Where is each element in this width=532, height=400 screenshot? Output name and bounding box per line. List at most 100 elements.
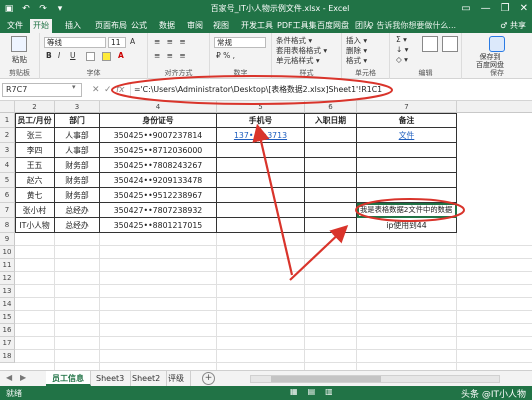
table-cell[interactable]: 350424••9209133478 — [100, 173, 217, 188]
paste-icon[interactable] — [11, 36, 27, 52]
table-cell[interactable] — [217, 143, 305, 158]
row-header[interactable]: 11 — [0, 259, 15, 272]
formula-input[interactable]: ='C:\Users\Administrator\Desktop\[表格数据2.… — [130, 83, 528, 97]
tab-view[interactable]: 视图 — [210, 19, 232, 33]
tell-me-input[interactable]: ♀ 告诉我你想要做什么... — [368, 20, 456, 31]
table-cell[interactable]: 350425••8712036000 — [100, 143, 217, 158]
normal-view-icon[interactable]: ▦ — [290, 387, 298, 396]
row-header[interactable]: 9 — [0, 233, 15, 246]
header-cell[interactable]: 手机号 — [217, 113, 305, 128]
table-cell[interactable] — [305, 128, 357, 143]
header-cell[interactable]: 备注 — [357, 113, 457, 128]
table-cell[interactable] — [305, 203, 357, 218]
table-cell[interactable] — [357, 158, 457, 173]
tab-file[interactable]: 文件 — [4, 19, 26, 33]
table-cell[interactable]: 赵六 — [15, 173, 55, 188]
grow-font-icon[interactable]: A — [130, 37, 135, 46]
cancel-entry-icon[interactable]: ✕ — [92, 85, 100, 95]
table-cell[interactable] — [217, 188, 305, 203]
baidu-cloud-icon[interactable] — [489, 36, 505, 52]
row-header[interactable]: 7 — [0, 203, 15, 218]
find-select-icon[interactable] — [442, 36, 458, 52]
table-cell[interactable]: 总经办 — [55, 203, 100, 218]
row-header[interactable]: 15 — [0, 311, 15, 324]
select-all-corner[interactable] — [0, 101, 15, 113]
row-header[interactable]: 13 — [0, 285, 15, 298]
row-header[interactable]: 1 — [0, 113, 15, 128]
table-cell[interactable]: 张小村 — [15, 203, 55, 218]
close-button[interactable]: ✕ — [520, 1, 528, 16]
table-cell[interactable]: 350425••9007237814 — [100, 128, 217, 143]
table-cell[interactable] — [305, 143, 357, 158]
tab-formulas[interactable]: 公式 — [128, 19, 150, 33]
confirm-entry-icon[interactable]: ✓ — [104, 85, 112, 95]
page-break-view-icon[interactable]: ▥ — [325, 387, 333, 396]
tab-pdf-tools[interactable]: PDF工具集 — [274, 19, 320, 33]
column-header[interactable]: 6 — [305, 101, 357, 113]
share-button[interactable]: ♂ 共享 — [500, 20, 526, 31]
table-cell[interactable]: 350425••9512238967 — [100, 188, 217, 203]
insert-function-icon[interactable]: fx — [116, 85, 125, 95]
format-cells-button[interactable]: 格式 ▾ — [346, 55, 367, 66]
table-cell[interactable]: 财务部 — [55, 188, 100, 203]
redo-icon[interactable]: ↷ — [37, 2, 49, 16]
column-header[interactable]: 3 — [55, 101, 100, 113]
table-cell[interactable] — [217, 158, 305, 173]
row-header[interactable]: 4 — [0, 158, 15, 173]
sheet-tab-employee-info[interactable]: 员工信息 — [46, 371, 91, 386]
table-cell[interactable]: 350425••8801217015 — [100, 218, 217, 233]
row-header[interactable]: 14 — [0, 298, 15, 311]
row-header[interactable]: 10 — [0, 246, 15, 259]
table-cell[interactable]: IT小人物 — [15, 218, 55, 233]
row-header[interactable]: 18 — [0, 350, 15, 363]
selected-cell[interactable]: 我是表格数据2文件中的数据 — [357, 203, 457, 218]
horizontal-scrollbar[interactable] — [250, 375, 500, 383]
font-size-box[interactable]: 11 — [108, 37, 126, 48]
table-cell[interactable]: 350425••7808243267 — [100, 158, 217, 173]
column-header[interactable]: 5 — [217, 101, 305, 113]
row-header[interactable]: 17 — [0, 337, 15, 350]
table-cell[interactable] — [305, 218, 357, 233]
header-cell[interactable]: 部门 — [55, 113, 100, 128]
ribbon-display-button[interactable]: ▭ — [461, 1, 470, 16]
italic-button[interactable]: I — [58, 51, 60, 60]
worksheet-grid[interactable]: 2 3 4 5 6 7 1 2 3 4 5 6 7 8 9 10 11 12 1… — [0, 101, 532, 370]
autosum-icon[interactable]: Σ ▾ — [396, 35, 407, 44]
row-header[interactable]: 6 — [0, 188, 15, 203]
table-cell[interactable] — [217, 203, 305, 218]
table-cell[interactable]: 财务部 — [55, 158, 100, 173]
font-name-box[interactable]: 等线 — [44, 37, 106, 48]
restore-button[interactable]: ❐ — [501, 1, 510, 16]
table-cell[interactable] — [357, 143, 457, 158]
save-to-baidu-button[interactable]: 保存到 百度网盘 — [476, 53, 504, 69]
font-color-icon[interactable]: A — [118, 51, 124, 60]
scrollbar-thumb[interactable] — [271, 376, 381, 382]
column-header[interactable]: 4 — [100, 101, 217, 113]
table-cell[interactable] — [305, 158, 357, 173]
cell-styles-button[interactable]: 单元格样式 ▾ — [276, 55, 320, 66]
borders-icon[interactable] — [86, 52, 95, 61]
table-cell[interactable]: 350427••7807238932 — [100, 203, 217, 218]
column-header[interactable]: 7 — [357, 101, 457, 113]
tab-baidu-netdisk[interactable]: 百度网盘 — [314, 19, 352, 33]
currency-icon[interactable]: ₽ % , — [216, 51, 235, 60]
customize-icon[interactable]: ▾ — [54, 2, 66, 16]
table-cell[interactable]: 总经办 — [55, 218, 100, 233]
row-header[interactable]: 2 — [0, 128, 15, 143]
tab-home[interactable]: 开始 — [30, 19, 52, 33]
tab-data[interactable]: 数据 — [156, 19, 178, 33]
row-header[interactable]: 5 — [0, 173, 15, 188]
tab-insert[interactable]: 插入 — [62, 19, 84, 33]
column-header[interactable] — [457, 101, 532, 113]
table-cell[interactable]: 张三 — [15, 128, 55, 143]
undo-icon[interactable]: ↶ — [20, 2, 32, 16]
name-box[interactable]: R7C7 — [2, 83, 82, 97]
table-cell[interactable] — [217, 173, 305, 188]
fill-color-icon[interactable] — [102, 52, 111, 61]
next-sheet-icon[interactable]: ▶ — [20, 373, 26, 382]
table-cell[interactable] — [305, 188, 357, 203]
number-format-box[interactable]: 常规 — [214, 37, 266, 48]
name-box-dropdown-icon[interactable]: ▾ — [72, 83, 76, 91]
tab-page-layout[interactable]: 页面布局 — [92, 19, 130, 33]
header-cell[interactable]: 员工/月份 — [15, 113, 55, 128]
